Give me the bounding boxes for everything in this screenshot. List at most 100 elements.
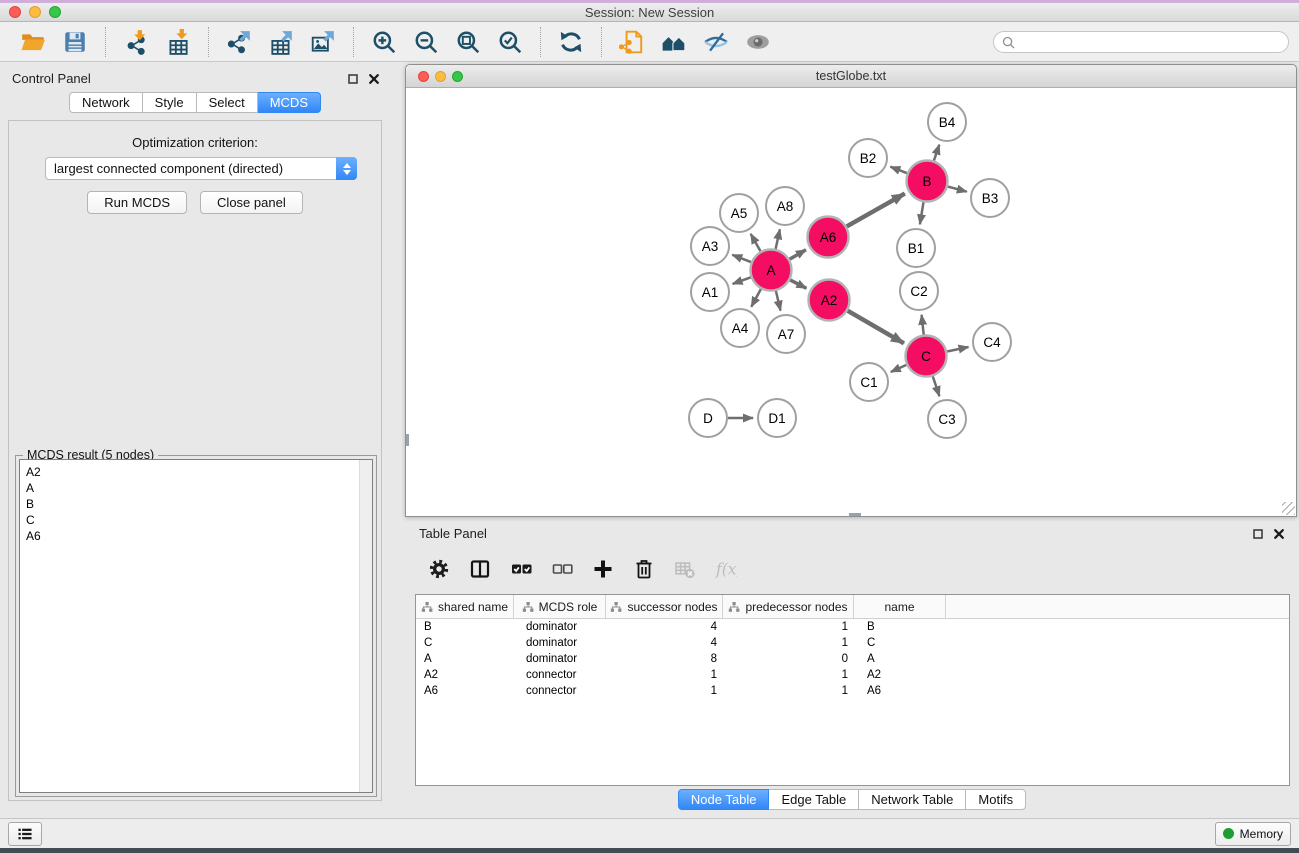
graph-edge-B-B1[interactable] — [920, 202, 924, 224]
export-network-icon[interactable] — [224, 27, 254, 57]
hide-graphics-icon[interactable] — [701, 27, 731, 57]
resize-tick-left[interactable] — [406, 434, 409, 446]
zoom-fit-icon[interactable] — [453, 27, 483, 57]
home-icon[interactable] — [659, 27, 689, 57]
graph-edge-C-C1[interactable] — [891, 365, 907, 372]
graph-node-B[interactable]: B — [907, 161, 948, 202]
column-header-shared-name[interactable]: shared name — [416, 595, 514, 618]
graph-node-B3[interactable]: B3 — [971, 179, 1009, 217]
table-row[interactable]: A2connector11A2 — [416, 667, 1289, 683]
zoom-in-icon[interactable] — [369, 27, 399, 57]
graph-node-C[interactable]: C — [906, 336, 947, 377]
result-item[interactable]: C — [26, 512, 372, 528]
graph-edge-A-A4[interactable] — [751, 289, 761, 307]
graph-node-C2[interactable]: C2 — [900, 272, 938, 310]
split-panel-icon[interactable] — [468, 557, 492, 581]
graph-node-A7[interactable]: A7 — [767, 315, 805, 353]
graph-node-A3[interactable]: A3 — [691, 227, 729, 265]
graph-node-C1[interactable]: C1 — [850, 363, 888, 401]
graph-node-D[interactable]: D — [689, 399, 727, 437]
graph-node-B4[interactable]: B4 — [928, 103, 966, 141]
refresh-icon[interactable] — [556, 27, 586, 57]
graph-node-A8[interactable]: A8 — [766, 187, 804, 225]
graph-node-A6[interactable]: A6 — [808, 217, 849, 258]
close-panel-icon[interactable] — [368, 73, 380, 85]
export-table-icon[interactable] — [266, 27, 296, 57]
result-scrollbar[interactable] — [359, 460, 372, 792]
graph-edge-A2-C[interactable] — [848, 311, 904, 344]
close-table-panel-icon[interactable] — [1273, 528, 1285, 540]
mcds-result-list[interactable]: A2ABCA6 — [19, 459, 373, 793]
table-row[interactable]: A6connector11A6 — [416, 683, 1289, 699]
graph-node-A5[interactable]: A5 — [720, 194, 758, 232]
graph-node-D1[interactable]: D1 — [758, 399, 796, 437]
zoom-selected-icon[interactable] — [495, 27, 525, 57]
task-history-button[interactable] — [8, 822, 42, 846]
graph-edge-A-A2[interactable] — [790, 280, 806, 288]
graph-edge-A-A7[interactable] — [776, 291, 781, 311]
settings-gear-icon[interactable] — [427, 557, 451, 581]
resize-tick-bottom[interactable] — [849, 513, 861, 516]
graph-node-A4[interactable]: A4 — [721, 309, 759, 347]
delete-column-icon[interactable] — [632, 557, 656, 581]
graph-edge-A-A1[interactable] — [733, 277, 751, 284]
show-graphics-icon[interactable] — [743, 27, 773, 57]
column-header-MCDS-role[interactable]: MCDS role — [514, 595, 606, 618]
graph-edge-B-B4[interactable] — [934, 145, 939, 161]
select-all-icon[interactable] — [509, 557, 533, 581]
graph-edge-A6-B[interactable] — [847, 194, 905, 227]
import-network-icon[interactable] — [121, 27, 151, 57]
close-panel-button[interactable]: Close panel — [200, 191, 303, 214]
import-table-icon[interactable] — [163, 27, 193, 57]
graph-node-B1[interactable]: B1 — [897, 229, 935, 267]
graph-edge-C-C2[interactable] — [922, 315, 924, 335]
graph-edge-A-A8[interactable] — [776, 229, 780, 249]
network-document-icon[interactable] — [617, 27, 647, 57]
tab-style[interactable]: Style — [143, 92, 197, 113]
graph-edge-A-A6[interactable] — [790, 250, 806, 259]
network-canvas[interactable]: A A1 A2 A3 A4 A5 A6 A7 A8 B B1 B2 B3 — [406, 88, 1296, 516]
table-row[interactable]: Cdominator41C — [416, 635, 1289, 651]
add-column-icon[interactable] — [591, 557, 615, 581]
tab-motifs[interactable]: Motifs — [966, 789, 1026, 810]
graph-node-C4[interactable]: C4 — [973, 323, 1011, 361]
save-session-icon[interactable] — [60, 27, 90, 57]
result-item[interactable]: A2 — [26, 464, 372, 480]
graph-edge-B-B3[interactable] — [948, 187, 967, 192]
table-row[interactable]: Bdominator41B — [416, 619, 1289, 635]
export-image-icon[interactable] — [308, 27, 338, 57]
result-item[interactable]: B — [26, 496, 372, 512]
result-item[interactable]: A6 — [26, 528, 372, 544]
float-table-panel-icon[interactable] — [1252, 528, 1264, 540]
column-header-successor-nodes[interactable]: successor nodes — [606, 595, 723, 618]
tab-edge-table[interactable]: Edge Table — [769, 789, 859, 810]
graph-edge-B-B2[interactable] — [890, 167, 907, 174]
graph-edge-C-C3[interactable] — [933, 376, 940, 396]
graph-node-A[interactable]: A — [751, 250, 792, 291]
tab-select[interactable]: Select — [197, 92, 258, 113]
graph-edge-C-C4[interactable] — [947, 347, 969, 352]
tab-mcds[interactable]: MCDS — [258, 92, 321, 113]
graph-node-A1[interactable]: A1 — [691, 273, 729, 311]
result-item[interactable]: A — [26, 480, 372, 496]
column-header-name[interactable]: name — [854, 595, 946, 618]
tab-network-table[interactable]: Network Table — [859, 789, 966, 810]
graph-edge-A-A3[interactable] — [732, 255, 751, 262]
criterion-dropdown[interactable]: largest connected component (directed) — [45, 157, 357, 180]
graph-edge-A-A5[interactable] — [751, 234, 761, 251]
column-header-predecessor-nodes[interactable]: predecessor nodes — [723, 595, 854, 618]
graph-node-C3[interactable]: C3 — [928, 400, 966, 438]
search-input[interactable] — [1020, 35, 1280, 49]
open-session-icon[interactable] — [18, 27, 48, 57]
run-mcds-button[interactable]: Run MCDS — [87, 191, 187, 214]
search-box[interactable] — [993, 31, 1289, 53]
graph-node-B2[interactable]: B2 — [849, 139, 887, 177]
table-row[interactable]: Adominator80A — [416, 651, 1289, 667]
float-panel-icon[interactable] — [347, 73, 359, 85]
zoom-out-icon[interactable] — [411, 27, 441, 57]
memory-button[interactable]: Memory — [1215, 822, 1291, 846]
network-window-titlebar[interactable]: testGlobe.txt — [406, 65, 1296, 88]
deselect-all-icon[interactable] — [550, 557, 574, 581]
graph-node-A2[interactable]: A2 — [809, 280, 850, 321]
tab-network[interactable]: Network — [69, 92, 143, 113]
